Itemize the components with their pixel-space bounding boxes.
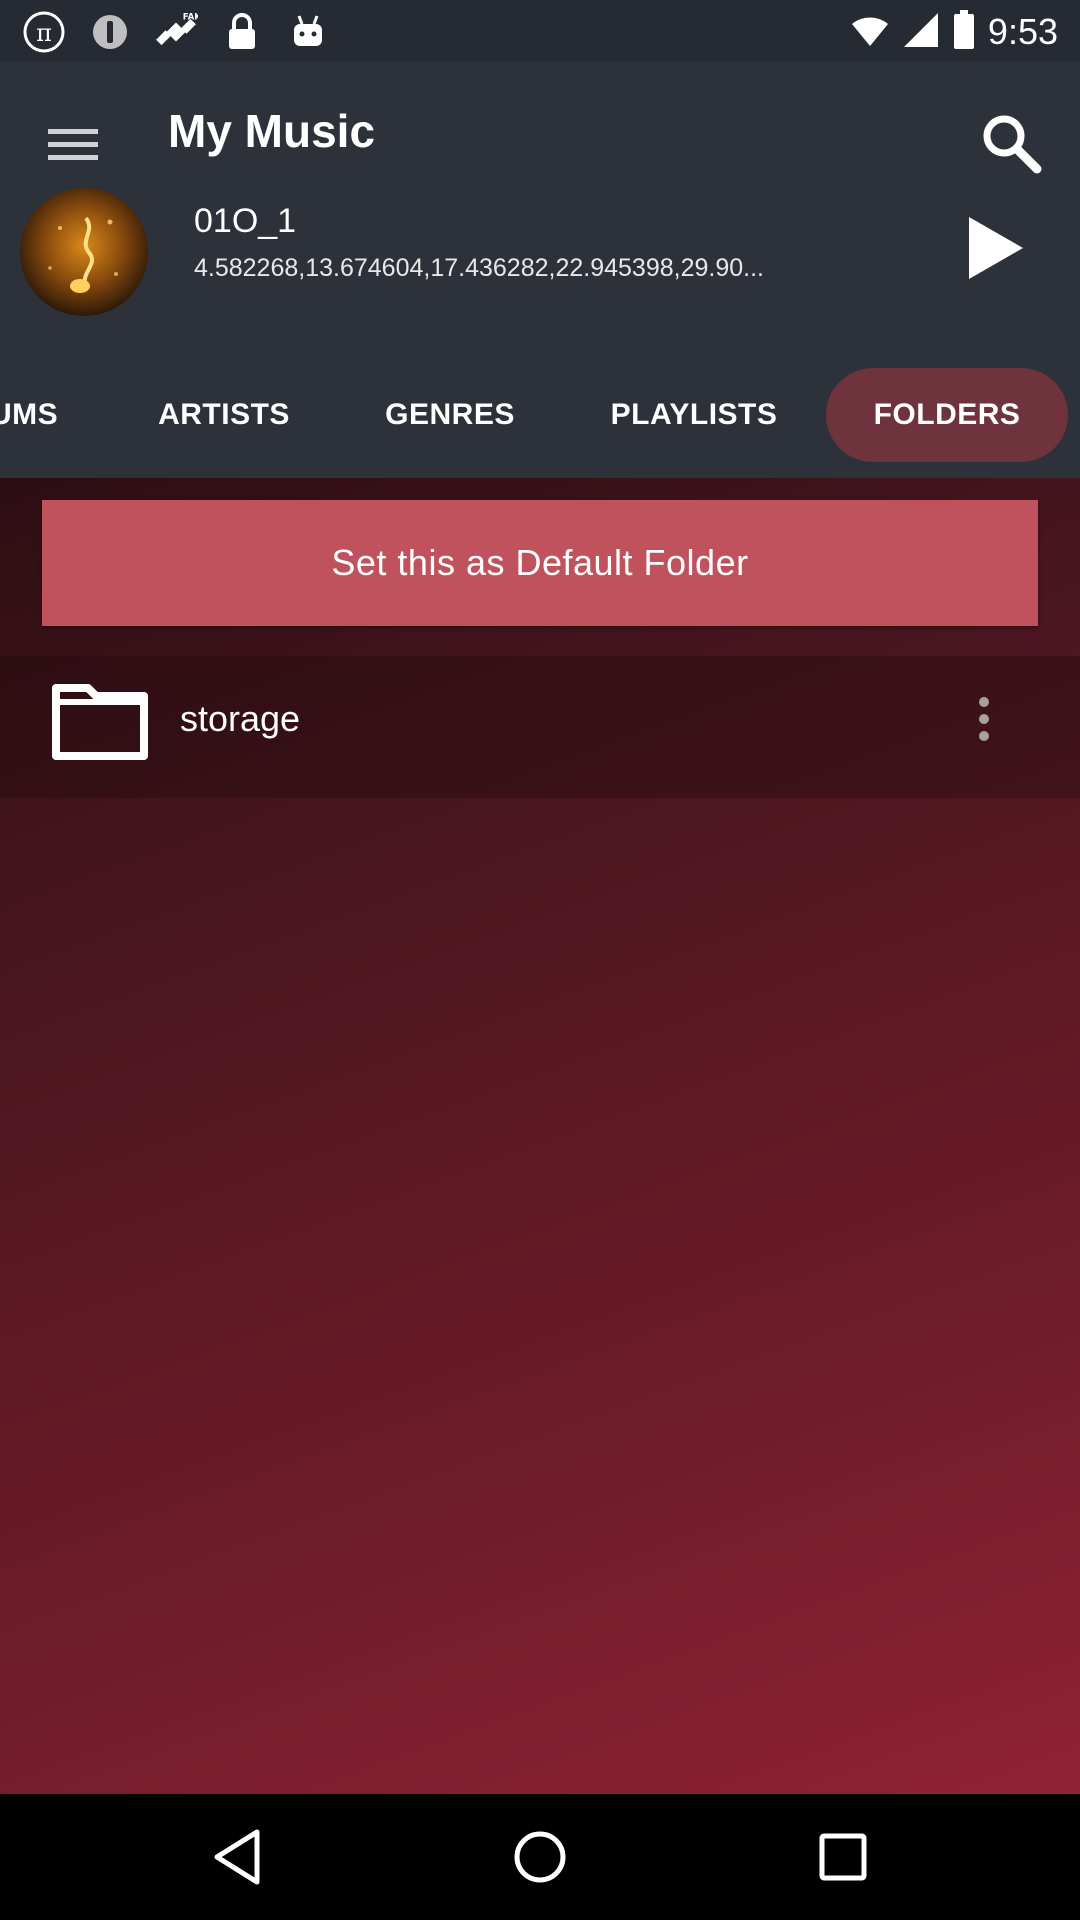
home-button[interactable] (503, 1820, 577, 1894)
folder-overflow-button[interactable] (954, 684, 1014, 754)
android-icon (286, 10, 330, 54)
signal-icon (902, 11, 940, 54)
home-icon (514, 1831, 566, 1883)
wifi-icon (850, 12, 890, 53)
now-playing-subtitle: 4.582268,13.674604,17.436282,22.945398,2… (194, 254, 764, 282)
status-right: 9:53 (850, 9, 1058, 55)
tab-genres[interactable]: GENRES (372, 368, 528, 462)
lock-icon (220, 10, 264, 54)
set-default-folder-button[interactable]: Set this as Default Folder (42, 500, 1038, 626)
navigation-bar (0, 1794, 1080, 1920)
svg-text:FAKE: FAKE (183, 13, 198, 23)
screen: π FAKE (0, 0, 1080, 1920)
search-button[interactable] (968, 100, 1054, 186)
music-note-art-icon (48, 216, 118, 293)
tab-bar: UMS ARTISTS GENRES PLAYLISTS FOLDERS (0, 362, 1080, 478)
back-button[interactable] (200, 1820, 274, 1894)
folders-content: Set this as Default Folder storage (0, 478, 1080, 1794)
tab-folders[interactable]: FOLDERS (826, 368, 1068, 462)
play-button[interactable] (954, 208, 1034, 288)
page-title: My Music (168, 105, 376, 157)
back-icon (214, 1829, 260, 1885)
more-vertical-icon (979, 697, 989, 741)
notification-icons: π FAKE (22, 10, 330, 54)
menu-button[interactable] (38, 110, 108, 180)
info-icon (88, 10, 132, 54)
hamburger-menu-icon (48, 129, 98, 160)
battery-icon (952, 9, 976, 55)
tab-playlists[interactable]: PLAYLISTS (594, 368, 794, 462)
folder-icon (52, 684, 148, 760)
play-icon (969, 217, 1023, 279)
search-icon (983, 115, 1042, 174)
folder-name: storage (180, 698, 301, 739)
recents-button[interactable] (806, 1820, 880, 1894)
now-playing-title[interactable]: 01O_1 (194, 202, 296, 241)
tab-albums[interactable]: UMS (0, 368, 90, 462)
status-time: 9:53 (987, 11, 1058, 52)
list-item[interactable]: storage (0, 656, 1080, 798)
tab-artists[interactable]: ARTISTS (146, 368, 302, 462)
app-header: My Music 01O_1 4.582268,13.674604,17.436… (0, 62, 1080, 478)
satellite-fake-gps-icon: FAKE (154, 10, 198, 54)
album-art[interactable] (20, 188, 148, 316)
recents-icon (819, 1833, 867, 1881)
svg-text:π: π (36, 19, 52, 47)
status-bar: π FAKE (0, 0, 1080, 62)
pi-icon: π (22, 10, 66, 54)
